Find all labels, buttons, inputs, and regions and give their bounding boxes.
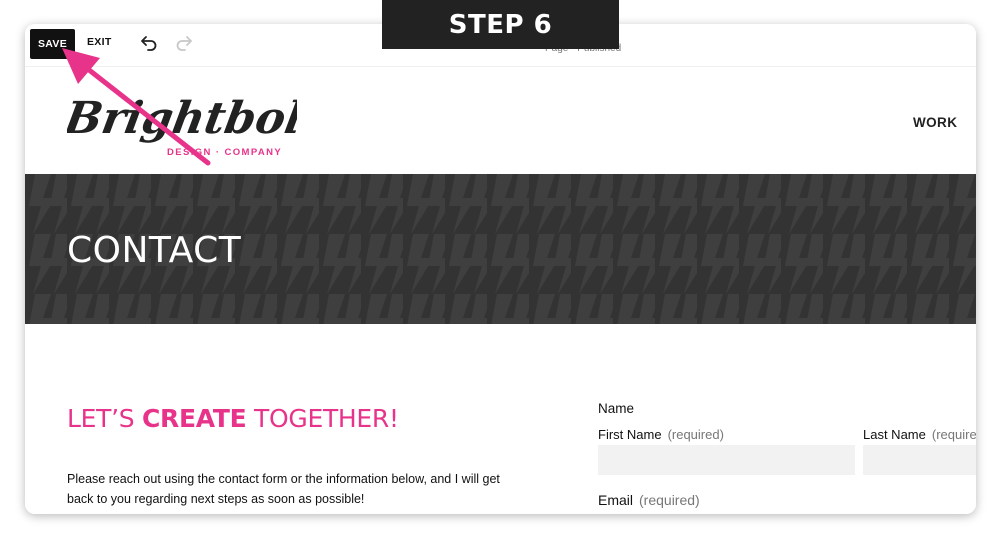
undo-icon[interactable] bbox=[140, 35, 158, 51]
exit-button[interactable]: EXIT bbox=[87, 36, 112, 48]
email-label: Email (required) bbox=[598, 492, 700, 508]
logo-wordmark: Brightbolt bbox=[67, 92, 297, 144]
contact-form: Name First Name (required) Last Name (requ… bbox=[598, 324, 976, 514]
intro-text: Please reach out using the contact form … bbox=[67, 472, 500, 506]
name-group-label: Name bbox=[598, 401, 635, 416]
required-indicator: (required) bbox=[639, 492, 700, 508]
screenshot-stage: STEP 6 SAVE EXIT Page · Published Bright… bbox=[0, 0, 1000, 537]
first-name-input[interactable] bbox=[598, 445, 855, 475]
headline-part1: LET’S bbox=[67, 404, 142, 433]
required-indicator: (required) bbox=[667, 427, 724, 442]
nav-item-work[interactable]: WORK bbox=[913, 115, 957, 130]
editor-window: SAVE EXIT Page · Published Brightbolt DE… bbox=[25, 24, 976, 514]
contact-banner: CONTACT bbox=[25, 174, 976, 324]
page-content: LET’S CREATE TOGETHER! Please reach out … bbox=[25, 324, 976, 514]
logo-tagline: DESIGN · COMPANY bbox=[167, 147, 282, 158]
first-name-label: First Name (required) bbox=[598, 427, 724, 442]
last-name-input[interactable] bbox=[863, 445, 976, 475]
save-button[interactable]: SAVE bbox=[30, 29, 75, 59]
contact-headline: LET’S CREATE TOGETHER! bbox=[67, 404, 399, 433]
site-header: Brightbolt DESIGN · COMPANY WORK bbox=[25, 67, 976, 174]
last-name-label: Last Name (required) bbox=[863, 427, 976, 442]
last-name-label-text: Last Name bbox=[863, 427, 926, 442]
step-badge: STEP 6 bbox=[382, 0, 619, 49]
first-name-label-text: First Name bbox=[598, 427, 662, 442]
email-label-text: Email bbox=[598, 492, 634, 508]
headline-bold: CREATE bbox=[141, 404, 247, 433]
headline-part2: TOGETHER! bbox=[246, 404, 399, 433]
required-indicator: (required) bbox=[931, 427, 976, 442]
redo-icon[interactable] bbox=[175, 35, 193, 51]
banner-title: CONTACT bbox=[67, 230, 242, 271]
brightbolt-logo[interactable]: Brightbolt DESIGN · COMPANY bbox=[67, 85, 297, 165]
